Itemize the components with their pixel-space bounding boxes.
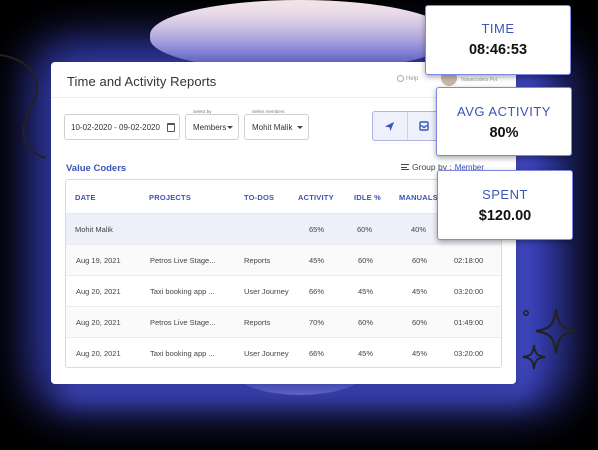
time-value: 08:46:53 (468, 42, 528, 58)
promo-stage: Time and Activity Reports Help Mohit Mal… (0, 0, 598, 450)
cell-manual: 45% (412, 349, 428, 358)
date-range-picker[interactable]: 10-02-2020 - 09-02-2020 (64, 114, 180, 140)
cell-project: Petros Live Stage... (150, 256, 216, 265)
table-row[interactable]: Aug 19, 2021 Petros Live Stage... Report… (66, 245, 501, 276)
time-label: TIME (481, 21, 515, 36)
table-row[interactable]: Aug 20, 2021 Taxi booking app ... User J… (66, 338, 501, 367)
cell-project: Taxi booking app ... (150, 349, 215, 358)
table-row[interactable]: Aug 20, 2021 Petros Live Stage... Report… (66, 307, 501, 338)
avg-activity-card: AVG ACTIVITY 80% (436, 87, 572, 156)
cell-idle: 60% (358, 318, 374, 327)
cell-manual: 60% (412, 256, 428, 265)
avg-activity-label: AVG ACTIVITY (457, 104, 551, 119)
column-header-activity[interactable]: ACTIVITY (298, 193, 334, 202)
cell-activity: 45% (309, 256, 325, 265)
group-lines-icon (401, 164, 409, 170)
cell-manual: 60% (412, 318, 428, 327)
cell-activity: 70% (309, 318, 325, 327)
group-title: Value Coders (66, 163, 127, 174)
spent-card: SPENT $120.00 (437, 170, 573, 240)
summary-manual: 40% (411, 225, 427, 234)
summary-activity: 65% (309, 225, 325, 234)
send-button[interactable] (373, 112, 408, 140)
chevron-down-icon (227, 126, 233, 129)
cell-date: Aug 20, 2021 (76, 349, 121, 358)
help-label: Help (406, 75, 419, 82)
cell-activity: 66% (309, 287, 325, 296)
select-members-label: Select members (250, 109, 287, 114)
cell-idle: 45% (358, 287, 374, 296)
inbox-icon (419, 121, 429, 131)
column-header-date[interactable]: DATE (75, 193, 96, 202)
cell-time: 01:49:00 (454, 318, 484, 327)
table-row-summary[interactable]: Mohit Malik 65% 60% 40% (66, 214, 501, 245)
column-header-projects[interactable]: PROJECTS (149, 193, 191, 202)
cell-project: Taxi booking app ... (150, 287, 215, 296)
cell-todo: Reports (244, 256, 271, 265)
select-by-dropdown[interactable]: Select by Members (185, 109, 239, 140)
time-card: TIME 08:46:53 (425, 5, 571, 75)
chevron-down-icon (297, 126, 303, 129)
action-button-group (372, 111, 442, 141)
cell-todo: User Journey (244, 349, 289, 358)
cell-todo: Reports (244, 318, 271, 327)
summary-idle: 60% (357, 225, 373, 234)
table-row[interactable]: Aug 20, 2021 Taxi booking app ... User J… (66, 276, 501, 307)
cell-time: 03:20:00 (454, 349, 484, 358)
column-header-idle[interactable]: IDLE % (354, 193, 381, 202)
cell-todo: User Journey (244, 287, 289, 296)
cell-idle: 45% (358, 349, 374, 358)
sparkle-icon (522, 308, 577, 370)
cell-time: 02:18:00 (454, 256, 484, 265)
user-org: Valuecoders Pvt (461, 77, 498, 83)
member-dropdown[interactable]: Select members Mohit Malik (244, 109, 309, 140)
cell-idle: 60% (358, 256, 374, 265)
cell-date: Aug 20, 2021 (76, 318, 121, 327)
cell-time: 03:20:00 (454, 287, 484, 296)
summary-name: Mohit Malik (75, 225, 113, 234)
send-icon (385, 121, 395, 131)
cell-date: Aug 20, 2021 (76, 287, 121, 296)
column-header-todos[interactable]: TO-DOS (244, 193, 274, 202)
help-icon (397, 75, 404, 82)
spent-value: $120.00 (478, 208, 532, 224)
cell-manual: 45% (412, 287, 428, 296)
calendar-icon (167, 123, 175, 132)
spent-label: SPENT (482, 187, 528, 202)
table-header: DATE PROJECTS TO-DOS ACTIVITY IDLE % MAN… (66, 180, 501, 214)
cell-project: Petros Live Stage... (150, 318, 216, 327)
select-by-label: Select by (191, 109, 214, 114)
help-link[interactable]: Help (397, 75, 418, 82)
cell-date: Aug 19, 2021 (76, 256, 121, 265)
cell-activity: 66% (309, 349, 325, 358)
select-by-value: Members (193, 122, 227, 132)
column-header-manuals[interactable]: MANUALS (399, 193, 438, 202)
avg-activity-value: 80% (489, 125, 519, 141)
date-range-value: 10-02-2020 - 09-02-2020 (71, 122, 160, 132)
page-title: Time and Activity Reports (67, 74, 217, 89)
member-value: Mohit Malik (252, 122, 293, 132)
